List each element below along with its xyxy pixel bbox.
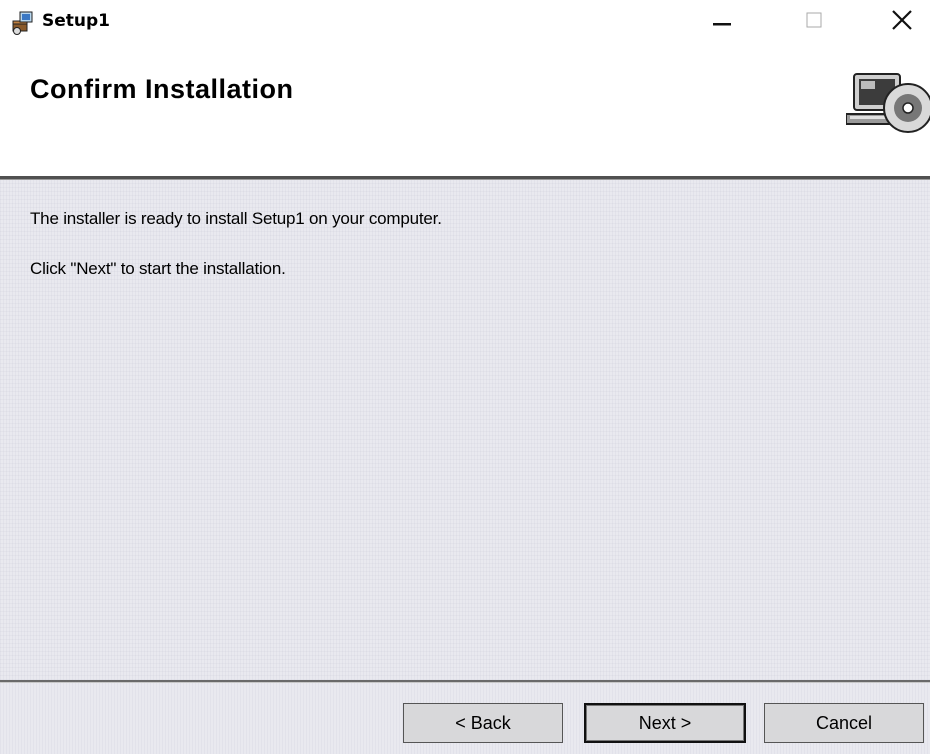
- ready-message: The installer is ready to install Setup1…: [30, 209, 442, 228]
- content-area: The installer is ready to install Setup1…: [0, 180, 930, 680]
- maximize-icon: [806, 12, 822, 28]
- next-button[interactable]: Next >: [584, 703, 746, 743]
- close-icon: [892, 10, 912, 30]
- minimize-icon: [713, 23, 731, 26]
- cancel-button[interactable]: Cancel: [764, 703, 924, 743]
- button-bar: < Back Next > Cancel: [0, 683, 930, 754]
- installer-app-icon: [12, 11, 33, 35]
- page-header: Confirm Installation: [0, 44, 930, 176]
- installer-window: Setup1 Confirm Installation The installe…: [0, 0, 930, 754]
- instruction-message: Click "Next" to start the installation.: [30, 259, 286, 278]
- computer-cd-icon: [846, 73, 930, 133]
- window-title: Setup1: [42, 11, 110, 31]
- title-bar[interactable]: Setup1: [0, 0, 930, 44]
- back-button[interactable]: < Back: [403, 703, 563, 743]
- minimize-button[interactable]: [692, 0, 752, 40]
- maximize-button[interactable]: [784, 0, 844, 40]
- close-button[interactable]: [872, 0, 930, 40]
- page-title: Confirm Installation: [30, 74, 294, 104]
